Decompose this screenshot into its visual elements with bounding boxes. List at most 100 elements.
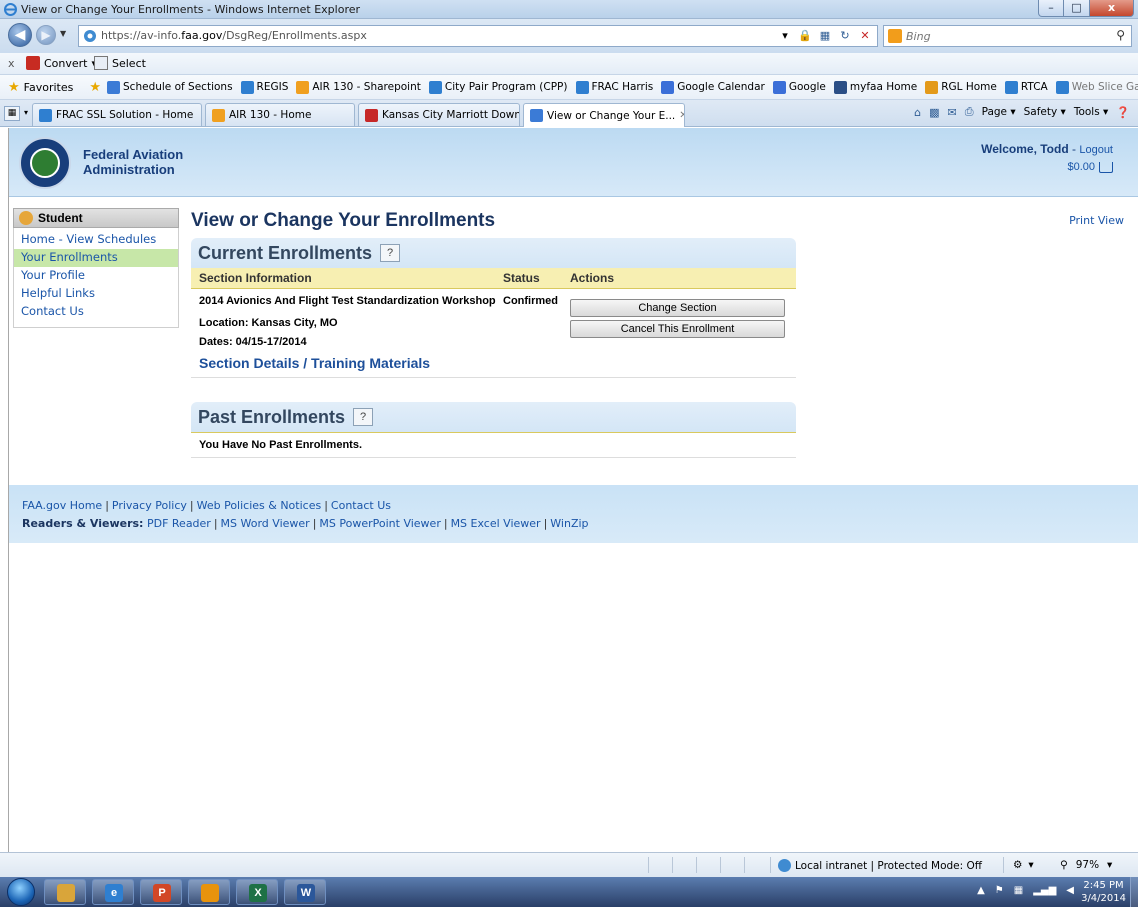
taskbar-word-button[interactable]: W (284, 879, 326, 905)
logout-link[interactable]: Logout (1079, 144, 1113, 156)
link-separator: | (213, 517, 218, 530)
favorite-item[interactable]: City Pair Program (CPP) (428, 80, 568, 94)
search-icon[interactable]: ⚲ (1116, 28, 1125, 42)
favorite-item[interactable]: Schedule of Sections (107, 80, 233, 94)
show-desktop-button[interactable] (1130, 877, 1138, 907)
browser-tab[interactable]: AIR 130 - Home (205, 103, 355, 126)
status-tools[interactable]: ⚙ ▾ (1013, 859, 1034, 871)
section-details-link[interactable]: Section Details / Training Materials (199, 355, 503, 371)
flag-icon[interactable]: ⚑ (995, 885, 1004, 896)
tab-label: AIR 130 - Home (229, 109, 312, 121)
sidebar-item[interactable]: Your Profile (14, 267, 178, 285)
zoom-level[interactable]: ⚲ 97% ▾ (1060, 859, 1112, 871)
sidebar-item[interactable]: Home - View Schedules (14, 231, 178, 249)
quick-tabs-icon[interactable]: ▦ (4, 106, 20, 121)
browser-tab[interactable]: FRAC SSL Solution - Home (32, 103, 202, 126)
tray-expand-icon[interactable]: ▲ (977, 885, 985, 896)
forward-arrow-icon[interactable]: ▶ (36, 25, 56, 45)
favorites-star-icon: ★ (8, 79, 20, 95)
close-window-button[interactable]: x (1090, 0, 1134, 17)
browser-tab[interactable]: Kansas City Marriott Down... (358, 103, 520, 126)
security-zone[interactable]: Local intranet | Protected Mode: Off (778, 859, 982, 872)
reader-link[interactable]: MS Excel Viewer (451, 517, 541, 530)
taskbar-app-orange-button[interactable] (188, 879, 230, 905)
chevron-down-icon: ▾ (1028, 859, 1034, 871)
past-enrollments-help-icon[interactable]: ? (353, 408, 374, 426)
feeds-icon[interactable]: ▩ (929, 106, 939, 119)
taskbar-excel-button[interactable]: X (236, 879, 278, 905)
reader-link[interactable]: MS PowerPoint Viewer (319, 517, 440, 530)
sidebar-menu: Home - View Schedules Your Enrollments You… (13, 228, 179, 328)
footer-link[interactable]: Web Policies & Notices (197, 499, 322, 512)
favorite-item[interactable]: Web Slice Gallery (1055, 80, 1138, 94)
footer-link[interactable]: Privacy Policy (112, 499, 187, 512)
mail-icon[interactable]: ✉ (948, 106, 957, 119)
close-tab-icon[interactable]: ✕ (679, 110, 684, 121)
lock-icon[interactable]: 🔒 (797, 28, 813, 44)
start-button-icon[interactable] (7, 878, 35, 906)
cart-link[interactable]: $0.00 (1067, 161, 1113, 173)
favorite-item[interactable]: RGL Home (925, 80, 997, 94)
taskbar-powerpoint-button[interactable]: P (140, 879, 182, 905)
agency-name[interactable]: Federal Aviation Administration (83, 147, 183, 177)
tab-favicon-icon (530, 109, 543, 122)
reader-link[interactable]: PDF Reader (147, 517, 211, 530)
sidebar-item[interactable]: Contact Us (14, 303, 178, 321)
search-box[interactable]: ⚲ (883, 25, 1132, 47)
favorite-item[interactable]: Google Calendar (661, 80, 765, 94)
change-section-button[interactable]: Change Section (570, 299, 785, 317)
print-icon[interactable]: ⎙ (965, 105, 974, 119)
cancel-enrollment-button[interactable]: Cancel This Enrollment (570, 320, 785, 338)
favorite-item[interactable]: myfaa Home (833, 80, 917, 94)
footer-link[interactable]: Contact Us (331, 499, 391, 512)
maximize-button[interactable]: □ (1064, 0, 1090, 17)
signal-icon[interactable]: ▂▄▆ (1033, 885, 1056, 896)
back-arrow-icon[interactable]: ◀ (8, 23, 32, 47)
favorite-item[interactable]: FRAC Harris (575, 80, 653, 94)
print-view-link[interactable]: Print View (1069, 214, 1124, 227)
favorite-item[interactable]: RTCA (1004, 80, 1048, 94)
cart-icon (1099, 161, 1113, 173)
reader-link[interactable]: WinZip (550, 517, 588, 530)
current-enrollments-help-icon[interactable]: ? (380, 244, 401, 262)
address-bar[interactable]: https://av-info.faa.gov/DsgReg/Enrollmen… (78, 25, 878, 47)
convert-button[interactable]: Convert ▾ (26, 56, 97, 70)
footer-link[interactable]: FAA.gov Home (22, 499, 102, 512)
network-icon[interactable]: ▦ (1014, 885, 1023, 896)
volume-icon[interactable]: ◀ (1066, 885, 1074, 896)
favorites-label: Favorites (23, 80, 74, 94)
favorites-button[interactable]: ★ Favorites (8, 80, 73, 95)
page-menu[interactable]: Page ▾ (982, 106, 1016, 118)
sidebar-item[interactable]: Your Enrollments (14, 249, 178, 267)
tab-list-dropdown-icon[interactable]: ▾ (24, 108, 28, 117)
add-favorites-star-icon[interactable]: ★ (89, 80, 101, 95)
home-icon[interactable]: ⌂ (914, 106, 921, 119)
taskbar-explorer-button[interactable] (44, 879, 86, 905)
safety-menu[interactable]: Safety ▾ (1024, 106, 1066, 118)
browser-tab[interactable]: View or Change Your E...✕ (523, 103, 685, 127)
faa-seal-icon[interactable] (19, 137, 71, 189)
select-button[interactable]: Select (94, 56, 146, 70)
no-past-enrollments-text: You Have No Past Enrollments. (191, 432, 796, 458)
pdf-toolbar: x Convert ▾ Select (0, 53, 1138, 75)
tools-menu[interactable]: Tools ▾ (1074, 106, 1108, 118)
favorite-item[interactable]: Google (772, 80, 826, 94)
stop-icon[interactable]: ✕ (857, 28, 873, 44)
status-badge: Confirmed (503, 295, 558, 307)
minimize-button[interactable]: – (1038, 0, 1064, 17)
favorite-label: REGIS (256, 81, 289, 93)
refresh-icon[interactable]: ↻ (837, 28, 853, 44)
dropdown-arrow-icon[interactable]: ▾ (777, 28, 793, 44)
search-input[interactable] (906, 28, 1096, 44)
close-toolbar-icon[interactable]: x (8, 57, 15, 70)
favorite-item[interactable]: REGIS (240, 80, 289, 94)
compatibility-view-icon[interactable]: ▦ (817, 28, 833, 44)
system-clock[interactable]: 2:45 PM 3/4/2014 (1081, 879, 1126, 905)
help-icon[interactable]: ❓ (1116, 106, 1130, 119)
recent-pages-dropdown-icon[interactable]: ▼ (60, 29, 66, 38)
favorite-item[interactable]: AIR 130 - Sharepoint (296, 80, 421, 94)
sidebar-item[interactable]: Helpful Links (14, 285, 178, 303)
command-bar: ⌂ ▩ ✉ ⎙ Page ▾ Safety ▾ Tools ▾ ❓ (914, 105, 1130, 119)
taskbar-internet-explorer-button[interactable]: e (92, 879, 134, 905)
reader-link[interactable]: MS Word Viewer (221, 517, 310, 530)
